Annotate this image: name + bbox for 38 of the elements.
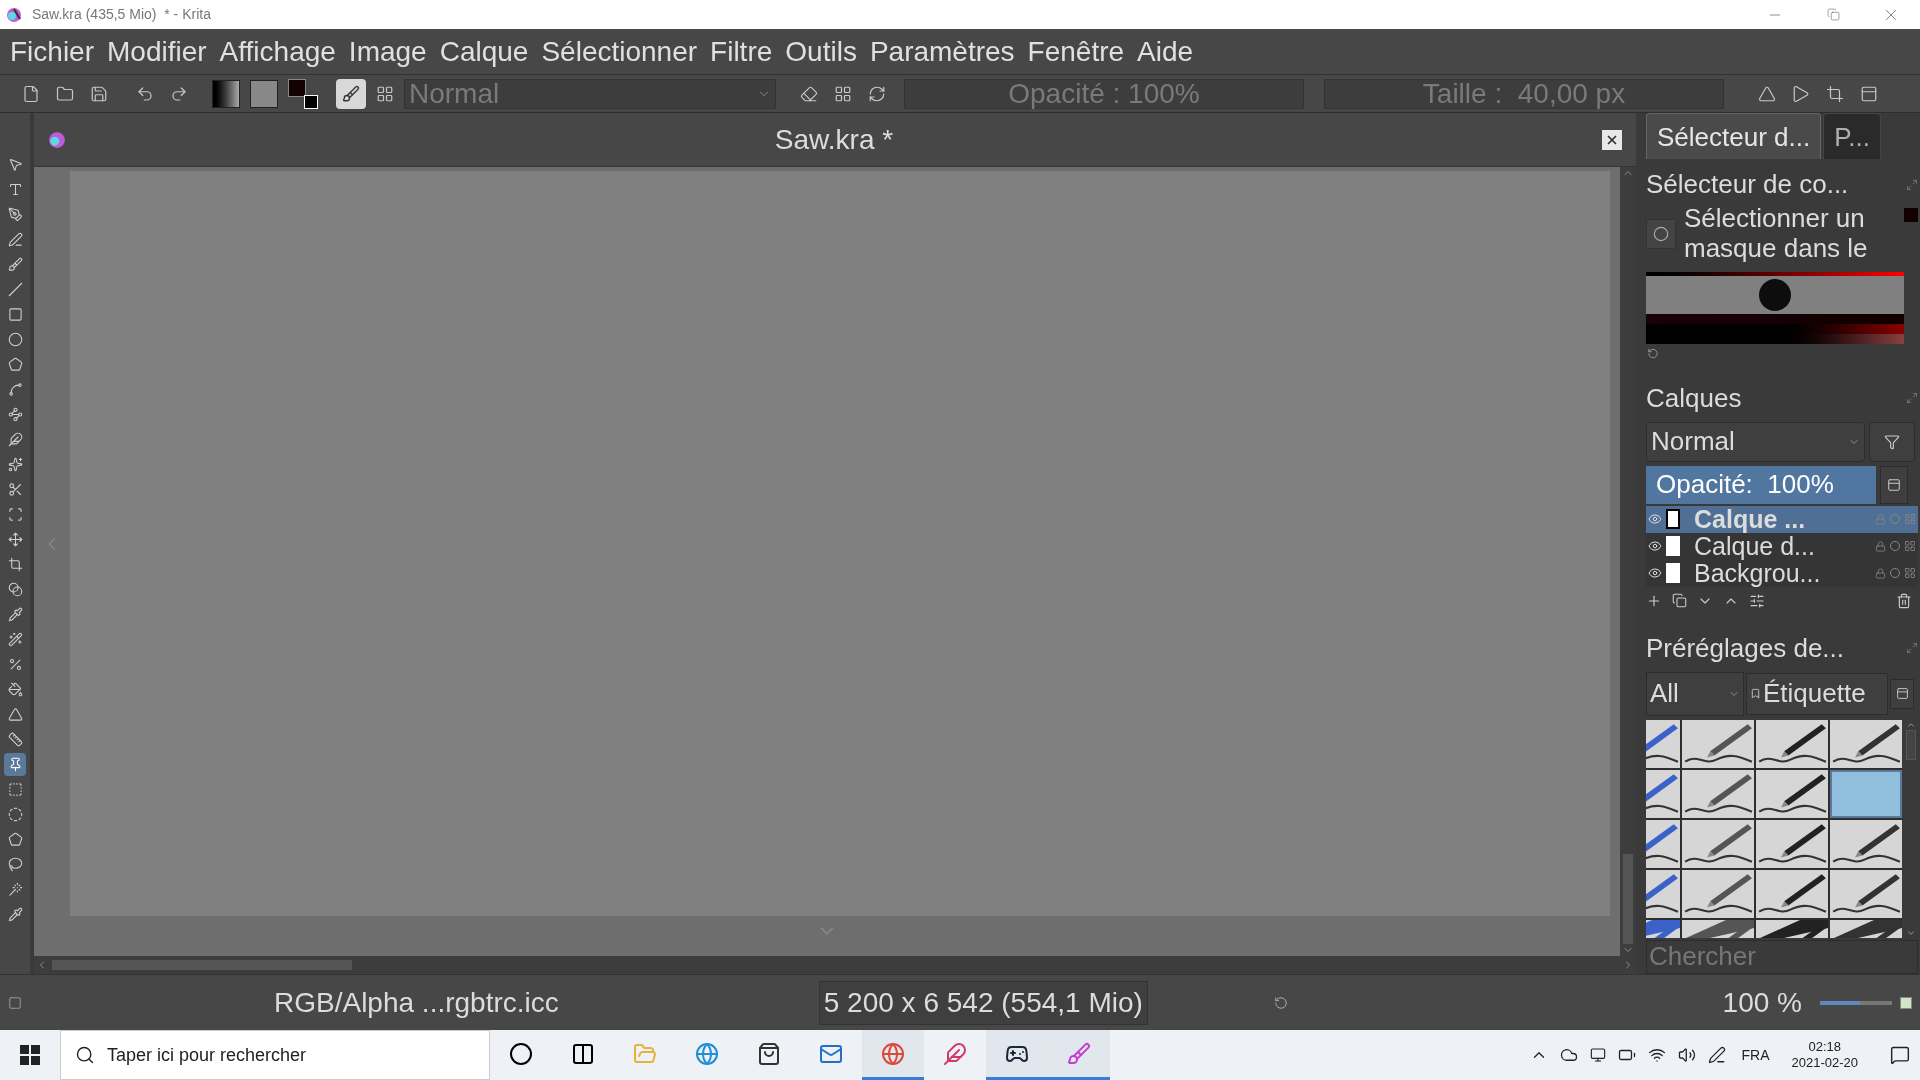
zoom-level: 100 % xyxy=(1722,985,1802,1020)
clock-time[interactable]: 02:18 xyxy=(1808,1038,1841,1055)
menu-item[interactable]: Fenêtre xyxy=(1027,37,1125,66)
menu-item[interactable]: Aide xyxy=(1137,37,1194,66)
panel-title: Sélecteur de co... xyxy=(1646,168,1849,201)
layer-name: Calque ... xyxy=(1694,507,1807,532)
menu-item[interactable]: Fichier xyxy=(10,37,94,66)
clock-date[interactable]: 2021-02-20 xyxy=(1791,1055,1858,1072)
layer-opacity-slider[interactable]: Opacité: 100% xyxy=(1646,466,1876,504)
color-profile: RGB/Alpha ...rgbtrc.icc xyxy=(274,985,559,1020)
docker-tab[interactable]: Sélecteur d... xyxy=(1646,113,1822,159)
layer-row[interactable]: Calque d... xyxy=(1646,533,1918,560)
taskbar-search-field[interactable]: Taper ici pour rechercher xyxy=(60,1030,490,1080)
preset-filter-dropdown[interactable]: All xyxy=(1646,672,1744,716)
document-tab-title[interactable]: Saw.kra * xyxy=(774,118,894,161)
menu-item[interactable]: Modifier xyxy=(107,37,207,66)
menu-item[interactable]: Filtre xyxy=(710,37,773,66)
layer-blend-dropdown[interactable]: Normal xyxy=(1646,422,1865,462)
window-title: Saw.kra (435,5 Mio) * - Krita xyxy=(32,5,211,24)
menu-item[interactable]: Sélectionner xyxy=(541,37,698,66)
tag-dropdown[interactable]: Étiquette xyxy=(1746,673,1888,715)
layer-name: Backgrou... xyxy=(1694,561,1822,586)
mask-hint: Sélectionner un masque dans le xyxy=(1684,204,1869,264)
layer-name: Calque d... xyxy=(1694,534,1816,559)
docker-tab[interactable]: P... xyxy=(1823,113,1881,159)
panel-title: Préréglages de... xyxy=(1646,632,1844,665)
menu-item[interactable]: Image xyxy=(348,37,427,66)
menu-item[interactable]: Outils xyxy=(785,37,857,66)
menu-item[interactable]: Affichage xyxy=(219,37,336,66)
menu-item[interactable]: Calque xyxy=(439,37,529,66)
layer-row[interactable]: Calque ... xyxy=(1646,506,1918,533)
layer-row[interactable]: Backgrou... xyxy=(1646,560,1918,587)
image-dimensions: 5 200 x 6 542 (554,1 Mio) xyxy=(818,980,1148,1025)
search-placeholder: Taper ici pour rechercher xyxy=(107,1043,307,1067)
language-indicator[interactable]: FRA xyxy=(1741,1044,1770,1066)
menu-item[interactable]: Paramètres xyxy=(869,37,1015,66)
panel-title: Calques xyxy=(1646,382,1742,415)
preset-search-field[interactable]: Chercher xyxy=(1646,940,1918,974)
